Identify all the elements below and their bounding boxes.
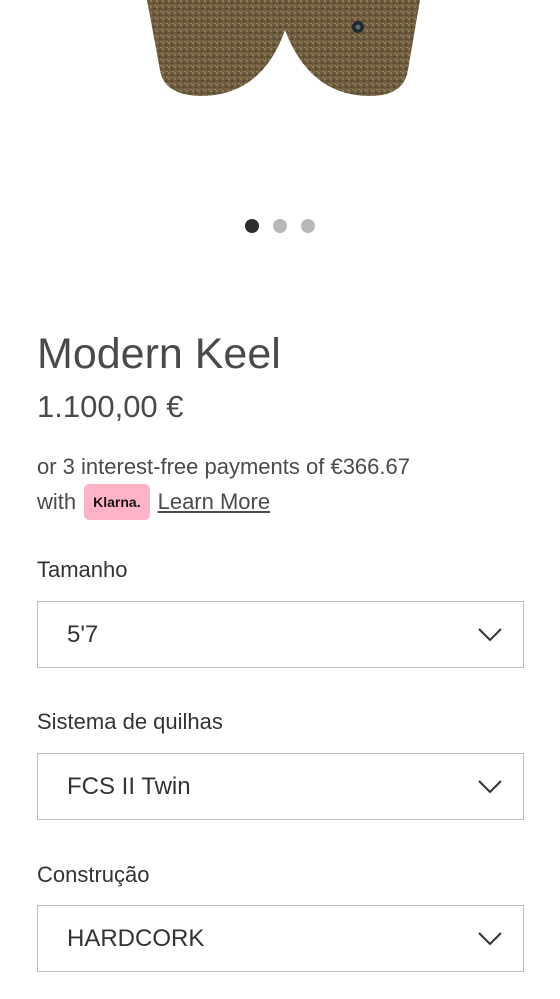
product-price: 1.100,00 €	[37, 389, 184, 424]
construction-label: Construção	[37, 862, 150, 887]
fin-system-label: Sistema de quilhas	[37, 709, 223, 734]
construction-select[interactable]: HARDCORK	[37, 905, 524, 972]
carousel-dots	[0, 219, 560, 233]
size-selected-value: 5'7	[67, 620, 99, 648]
fin-system-select[interactable]: FCS II Twin	[37, 753, 524, 820]
klarna-message: or 3 interest-free payments of €366.67 w…	[37, 450, 517, 520]
surfboard-tail-image	[147, 0, 420, 96]
klarna-learn-more-link[interactable]: Learn More	[158, 485, 271, 519]
carousel-dot-1[interactable]	[245, 219, 259, 233]
chevron-down-icon	[478, 627, 502, 641]
klarna-logo: Klarna.	[84, 484, 150, 520]
size-label: Tamanho	[37, 557, 128, 582]
product-title: Modern Keel	[37, 330, 281, 378]
klarna-with-text: with	[37, 489, 77, 514]
carousel-dot-2[interactable]	[273, 219, 287, 233]
chevron-down-icon	[478, 779, 502, 793]
fin-system-selected-value: FCS II Twin	[67, 772, 191, 800]
carousel-dot-3[interactable]	[301, 219, 315, 233]
chevron-down-icon	[478, 931, 502, 945]
construction-selected-value: HARDCORK	[67, 924, 205, 952]
size-select[interactable]: 5'7	[37, 601, 524, 668]
klarna-installments-text: or 3 interest-free payments of €366.67	[37, 454, 410, 479]
product-image[interactable]	[0, 0, 560, 200]
